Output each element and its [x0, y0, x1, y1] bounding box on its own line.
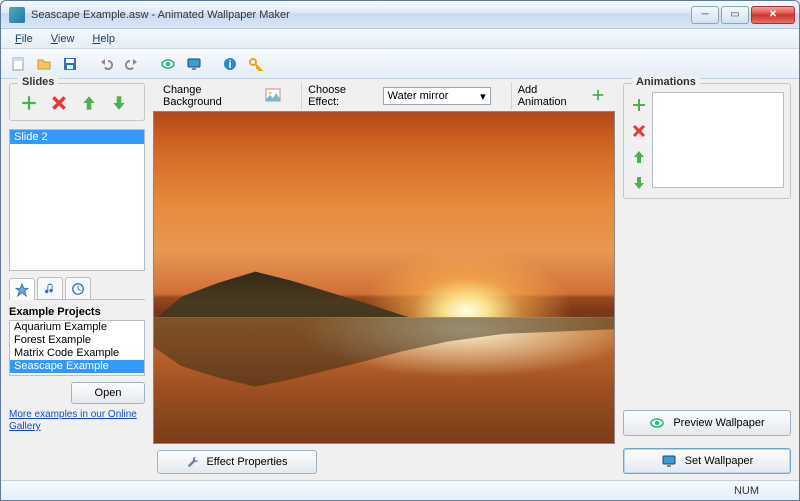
list-item[interactable]: Aquarium Example: [10, 321, 144, 334]
menu-view[interactable]: View: [43, 31, 83, 47]
list-item[interactable]: Forest Example: [10, 334, 144, 347]
eye-icon[interactable]: [157, 53, 179, 75]
animations-legend: Animations: [632, 76, 700, 88]
animations-list[interactable]: [652, 92, 784, 188]
anim-add-icon[interactable]: [630, 96, 648, 114]
example-list[interactable]: Aquarium Example Forest Example Matrix C…: [9, 320, 145, 376]
open-button[interactable]: Open: [71, 382, 145, 404]
list-item[interactable]: Matrix Code Example: [10, 347, 144, 360]
effect-properties-button[interactable]: Effect Properties: [157, 450, 317, 474]
tab-favorites[interactable]: [9, 278, 35, 300]
preview-canvas: [153, 111, 615, 444]
set-wallpaper-label: Set Wallpaper: [685, 455, 754, 467]
anim-up-icon[interactable]: [630, 148, 648, 166]
preview-wallpaper-button[interactable]: Preview Wallpaper: [623, 410, 791, 436]
slide-down-icon[interactable]: [110, 94, 128, 112]
app-icon: [9, 7, 25, 23]
monitor-icon[interactable]: [183, 53, 205, 75]
change-background-label[interactable]: Change Background: [163, 84, 261, 108]
image-icon[interactable]: [265, 87, 281, 106]
new-icon[interactable]: [7, 53, 29, 75]
tab-clock[interactable]: [65, 277, 91, 299]
redo-icon[interactable]: [121, 53, 143, 75]
menubar: File View Help: [1, 29, 799, 49]
window-title: Seascape Example.asw - Animated Wallpape…: [31, 9, 691, 21]
chevron-down-icon: ▾: [480, 90, 486, 103]
list-item[interactable]: Slide 2: [10, 130, 144, 144]
list-item[interactable]: Seascape Example: [10, 360, 144, 373]
wrench-icon: [186, 455, 200, 469]
plus-icon[interactable]: [591, 88, 605, 105]
slide-delete-icon[interactable]: [50, 94, 68, 112]
add-animation-label[interactable]: Add Animation: [518, 84, 587, 108]
gallery-link[interactable]: More examples in our Online Gallery: [9, 409, 137, 432]
slide-up-icon[interactable]: [80, 94, 98, 112]
slides-list[interactable]: Slide 2: [9, 129, 145, 271]
status-bar: NUM: [1, 480, 799, 500]
anim-down-icon[interactable]: [630, 174, 648, 192]
slides-legend: Slides: [18, 76, 58, 88]
save-icon[interactable]: [59, 53, 81, 75]
set-wallpaper-button[interactable]: Set Wallpaper: [623, 448, 791, 474]
example-projects-label: Example Projects: [9, 306, 145, 318]
effect-value: Water mirror: [388, 90, 449, 102]
minimize-button[interactable]: ─: [691, 6, 719, 24]
key-icon[interactable]: [245, 53, 267, 75]
tab-music[interactable]: [37, 277, 63, 299]
titlebar: Seascape Example.asw - Animated Wallpape…: [1, 1, 799, 29]
svg-text:i: i: [228, 59, 231, 71]
toolbar: i: [1, 49, 799, 79]
menu-file[interactable]: File: [7, 31, 41, 47]
animations-group: Animations: [623, 83, 791, 199]
effect-select[interactable]: Water mirror ▾: [383, 87, 491, 105]
slides-group: Slides: [9, 83, 145, 121]
anim-delete-icon[interactable]: [630, 122, 648, 140]
choose-effect-label: Choose Effect:: [308, 84, 379, 108]
eye-icon: [649, 415, 665, 431]
status-num: NUM: [734, 485, 759, 497]
effect-properties-label: Effect Properties: [206, 456, 287, 468]
open-icon[interactable]: [33, 53, 55, 75]
preview-wallpaper-label: Preview Wallpaper: [673, 417, 764, 429]
menu-help[interactable]: Help: [84, 31, 123, 47]
maximize-button[interactable]: ▭: [721, 6, 749, 24]
undo-icon[interactable]: [95, 53, 117, 75]
info-icon[interactable]: i: [219, 53, 241, 75]
close-button[interactable]: ✕: [751, 6, 795, 24]
slide-add-icon[interactable]: [20, 94, 38, 112]
monitor-icon: [661, 453, 677, 469]
